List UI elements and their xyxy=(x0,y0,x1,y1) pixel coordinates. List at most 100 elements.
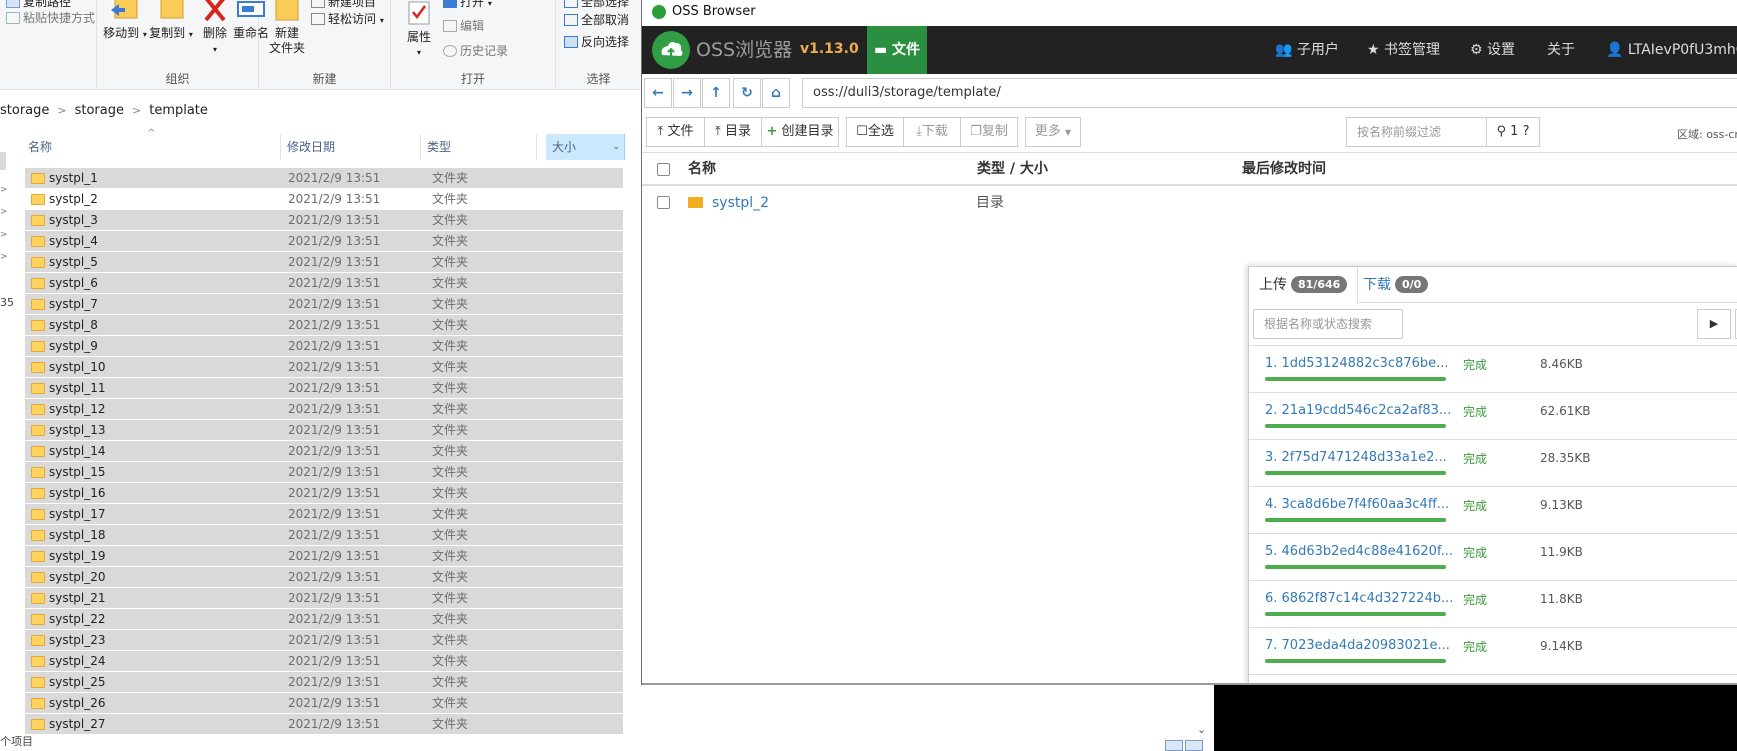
file-row[interactable]: systpl_17 2021/2/9 13:51 文件夹 xyxy=(25,504,623,525)
copy-button[interactable]: ❐复制 xyxy=(960,117,1018,147)
file-type: 文件夹 xyxy=(432,675,469,689)
nav-settings[interactable]: ⚙ 设置 xyxy=(1470,26,1515,74)
file-row[interactable]: systpl_18 2021/2/9 13:51 文件夹 xyxy=(25,525,623,546)
file-row[interactable]: systpl_1 2021/2/9 13:51 文件夹 xyxy=(25,168,623,189)
start-all-button[interactable]: ▶ xyxy=(1697,309,1731,339)
download-button[interactable]: ⤓下载 xyxy=(903,117,961,147)
address-input[interactable]: oss://duli3/storage/template/ xyxy=(802,78,1737,108)
header-name[interactable]: 名称 xyxy=(688,153,716,185)
nav-bookmarks[interactable]: ★ 书签管理 xyxy=(1367,26,1440,74)
open-button[interactable]: 打开 ▾ xyxy=(443,0,492,12)
file-row[interactable]: systpl_3 2021/2/9 13:51 文件夹 xyxy=(25,210,623,231)
details-view-icon[interactable] xyxy=(1165,740,1183,751)
nav-pane-selection[interactable] xyxy=(0,152,6,170)
file-row[interactable]: systpl_7 2021/2/9 13:51 文件夹 xyxy=(25,294,623,315)
transfer-item[interactable]: 1. 1dd53124882c3c876be... 完成 8.46KB xyxy=(1249,346,1737,393)
nav-about[interactable]: 关于 xyxy=(1547,26,1575,74)
file-row[interactable]: systpl_21 2021/2/9 13:51 文件夹 xyxy=(25,588,623,609)
column-name[interactable]: 名称 xyxy=(22,134,281,160)
row-checkbox[interactable] xyxy=(657,196,670,209)
paste-shortcut-button[interactable]: 粘贴快捷方式 xyxy=(6,8,95,28)
folder-icon xyxy=(31,446,45,457)
properties-button[interactable]: 属性 ▾ xyxy=(401,0,437,60)
breadcrumb-item[interactable]: storage xyxy=(75,103,124,118)
file-row[interactable]: systpl_4 2021/2/9 13:51 文件夹 xyxy=(25,231,623,252)
tab-download[interactable]: 下载 0/0 xyxy=(1353,267,1438,303)
transfer-item[interactable]: 5. 46d63b2ed4c88e41620f... 完成 11.9KB xyxy=(1249,534,1737,581)
ribbon: 复制路径 粘贴快捷方式 移动到 ▾ 复制到 ▾ 删除 ▾ 重命名 组织 新建 文… xyxy=(0,0,641,90)
column-modified[interactable]: 修改日期 xyxy=(281,134,421,160)
select-none-button[interactable]: 全部取消 xyxy=(564,10,629,30)
breadcrumb-item[interactable]: storage xyxy=(0,103,49,118)
chevron-right-icon[interactable]: > xyxy=(0,207,8,217)
up-button[interactable]: ↑ xyxy=(702,78,730,108)
create-dir-button[interactable]: + 创建目录 xyxy=(761,117,839,147)
more-dropdown[interactable]: 更多 ▼ xyxy=(1025,117,1081,147)
new-folder-button[interactable]: 新建 文件夹 xyxy=(269,0,305,56)
nav-account[interactable]: 👤 LTAIevP0fU3mhQc xyxy=(1606,26,1737,74)
edit-button[interactable]: 编辑 xyxy=(443,16,484,36)
tab-upload[interactable]: 上传 81/646 xyxy=(1249,267,1359,304)
header-modified[interactable]: 最后修改时间 xyxy=(1242,153,1326,185)
file-row[interactable]: systpl_2 2021/2/9 13:51 文件夹 xyxy=(25,189,623,210)
file-row[interactable]: systpl_8 2021/2/9 13:51 文件夹 xyxy=(25,315,623,336)
back-button[interactable]: ← xyxy=(644,78,672,108)
history-button[interactable]: 历史记录 xyxy=(443,41,508,61)
upload-dir-button[interactable]: ⤒ 目录 xyxy=(704,117,762,147)
search-button[interactable]: ⚲ 1 ? xyxy=(1486,117,1540,147)
chevron-down-icon[interactable]: ⌄ xyxy=(612,134,620,160)
file-row[interactable]: systpl_24 2021/2/9 13:51 文件夹 xyxy=(25,651,623,672)
file-table-row[interactable]: systpl_2 目录 xyxy=(642,188,1737,218)
file-row[interactable]: systpl_26 2021/2/9 13:51 文件夹 xyxy=(25,693,623,714)
nav-subusers[interactable]: 👥 子用户 xyxy=(1275,26,1339,74)
transfer-item[interactable]: 2. 21a19cdd546c2ca2af83... 完成 62.61KB xyxy=(1249,393,1737,440)
file-row[interactable]: systpl_15 2021/2/9 13:51 文件夹 xyxy=(25,462,623,483)
breadcrumb-item[interactable]: template xyxy=(149,103,208,118)
file-row[interactable]: systpl_9 2021/2/9 13:51 文件夹 xyxy=(25,336,623,357)
transfer-item[interactable]: 3. 2f75d7471248d33a1e2... 完成 28.35KB xyxy=(1249,440,1737,487)
tiles-view-icon[interactable] xyxy=(1185,740,1203,751)
row-name-link[interactable]: systpl_2 xyxy=(712,188,769,218)
file-row[interactable]: systpl_27 2021/2/9 13:51 文件夹 xyxy=(25,714,623,735)
file-row[interactable]: systpl_11 2021/2/9 13:51 文件夹 xyxy=(25,378,623,399)
invert-selection-button[interactable]: 反向选择 xyxy=(564,32,629,52)
move-to-button[interactable]: 移动到 ▾ xyxy=(103,0,147,42)
upload-file-button[interactable]: ⤒ 文件 xyxy=(646,117,705,147)
file-row[interactable]: systpl_25 2021/2/9 13:51 文件夹 xyxy=(25,672,623,693)
copy-to-button[interactable]: 复制到 ▾ xyxy=(149,0,193,42)
file-row[interactable]: systpl_16 2021/2/9 13:51 文件夹 xyxy=(25,483,623,504)
file-row[interactable]: systpl_10 2021/2/9 13:51 文件夹 xyxy=(25,357,623,378)
home-button[interactable]: ⌂ xyxy=(762,78,790,108)
file-row[interactable]: systpl_5 2021/2/9 13:51 文件夹 xyxy=(25,252,623,273)
chevron-right-icon[interactable]: > xyxy=(0,252,8,262)
tab-files[interactable]: ▬ 文件 xyxy=(867,26,927,74)
forward-button[interactable]: → xyxy=(673,78,701,108)
select-all-checkbox[interactable] xyxy=(657,163,670,176)
transfer-item[interactable]: 4. 3ca8d6be7f4f60aa3c4ff... 完成 9.13KB xyxy=(1249,487,1737,534)
file-row[interactable]: systpl_22 2021/2/9 13:51 文件夹 xyxy=(25,609,623,630)
select-all-button[interactable]: ☐全选 xyxy=(846,117,904,147)
file-row[interactable]: systpl_19 2021/2/9 13:51 文件夹 xyxy=(25,546,623,567)
header-type-size[interactable]: 类型 / 大小 xyxy=(977,153,1048,185)
view-mode-toggle[interactable] xyxy=(1165,740,1205,751)
file-row[interactable]: systpl_20 2021/2/9 13:51 文件夹 xyxy=(25,567,623,588)
file-row[interactable]: systpl_13 2021/2/9 13:51 文件夹 xyxy=(25,420,623,441)
file-row[interactable]: systpl_23 2021/2/9 13:51 文件夹 xyxy=(25,630,623,651)
prefix-filter-input[interactable]: 按名称前缀过滤 xyxy=(1346,117,1487,147)
refresh-button[interactable]: ↻ xyxy=(733,78,761,108)
file-row[interactable]: systpl_14 2021/2/9 13:51 文件夹 xyxy=(25,441,623,462)
file-row[interactable]: systpl_12 2021/2/9 13:51 文件夹 xyxy=(25,399,623,420)
transfer-item[interactable]: 6. 6862f87c14c4d327224b... 完成 11.8KB xyxy=(1249,581,1737,628)
column-type[interactable]: 类型 xyxy=(421,134,537,160)
easy-access-button[interactable]: 轻松访问 ▾ xyxy=(311,9,384,29)
file-row[interactable]: systpl_6 2021/2/9 13:51 文件夹 xyxy=(25,273,623,294)
transfer-item[interactable]: 7. 7023eda4da20983021e... 完成 9.14KB xyxy=(1249,628,1737,675)
column-size[interactable]: 大小 ⌄ xyxy=(546,134,625,160)
chevron-right-icon[interactable]: > xyxy=(0,185,8,195)
scroll-down-arrow-icon[interactable]: ⌄ xyxy=(1197,723,1206,736)
chevron-right-icon[interactable]: > xyxy=(0,230,8,240)
breadcrumb[interactable]: storage > storage > template xyxy=(0,99,208,123)
delete-button[interactable]: 删除 ▾ xyxy=(201,0,229,57)
transfer-search-input[interactable]: 根据名称或状态搜索 xyxy=(1253,309,1403,339)
file-type: 文件夹 xyxy=(432,360,469,374)
